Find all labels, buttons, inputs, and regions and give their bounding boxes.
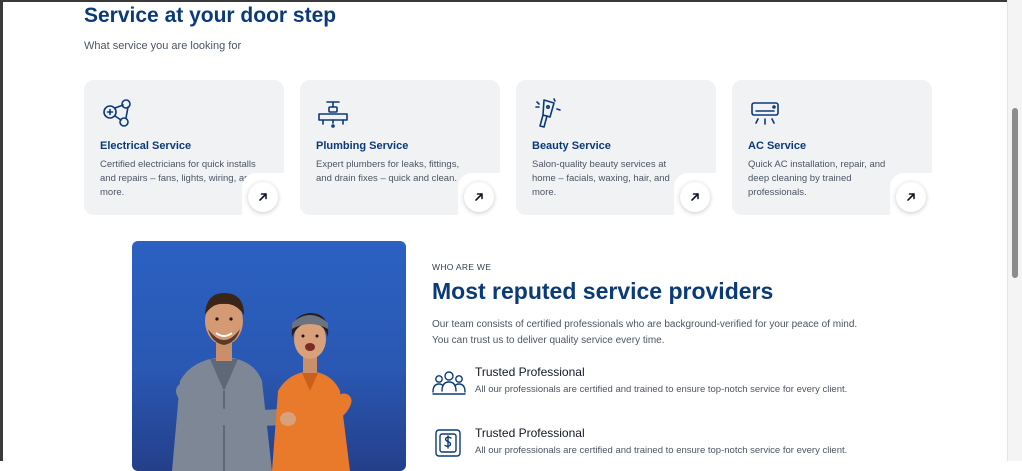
card-title: Plumbing Service xyxy=(316,140,409,152)
feature-title: Trusted Professional xyxy=(475,426,585,440)
card-title: Beauty Service xyxy=(532,140,611,152)
arrow-up-right-icon xyxy=(475,193,483,201)
scrollbar-thumb[interactable] xyxy=(1012,108,1018,278)
man-figure xyxy=(172,293,290,471)
arrow-up-right-icon xyxy=(691,193,699,201)
card-description: Expert plumbers for leaks, fittings, and… xyxy=(316,159,460,184)
beauty-icon xyxy=(535,98,561,128)
ac-icon xyxy=(751,102,779,125)
team-icon xyxy=(432,371,466,395)
service-card-plumbing[interactable]: Plumbing Service Expert plumbers for lea… xyxy=(300,80,500,215)
open-service-button[interactable] xyxy=(680,182,710,212)
about-title: Most reputed service providers xyxy=(432,278,774,304)
service-card-beauty[interactable]: Beauty Service Salon-quality beauty serv… xyxy=(516,80,716,215)
electrical-icon xyxy=(103,99,131,127)
about-description: Our team consists of certified professio… xyxy=(432,319,858,346)
open-service-button[interactable] xyxy=(464,182,494,212)
card-description: Certified electricians for quick install… xyxy=(100,159,256,198)
section-title: Service at your door step xyxy=(84,4,337,27)
window-frame-left xyxy=(0,0,3,461)
section-subtitle: What service you are looking for xyxy=(84,40,242,52)
arrow-up-right-icon xyxy=(907,193,915,201)
feature-title: Trusted Professional xyxy=(475,365,585,379)
eyebrow-label: WHO ARE WE xyxy=(432,262,492,272)
open-service-button[interactable] xyxy=(896,182,926,212)
service-card-ac[interactable]: AC Service Quick AC installation, repair… xyxy=(732,80,932,215)
feature-description: All our professionals are certified and … xyxy=(475,445,848,456)
woman-figure xyxy=(272,313,352,471)
card-title: AC Service xyxy=(748,140,807,152)
plumbing-icon xyxy=(318,101,348,128)
payment-icon xyxy=(435,429,461,457)
technicians-illustration xyxy=(172,293,352,471)
window-frame-top xyxy=(0,0,1022,2)
card-description: Salon-quality beauty services at home – … xyxy=(532,159,670,198)
hero-image xyxy=(132,241,406,471)
feature-description: All our professionals are certified and … xyxy=(475,384,848,395)
card-title: Electrical Service xyxy=(100,140,192,152)
arrow-up-right-icon xyxy=(259,193,267,201)
page-scrollbar[interactable] xyxy=(1007,0,1022,461)
open-service-button[interactable] xyxy=(248,182,278,212)
service-card-electrical[interactable]: Electrical Service Certified electrician… xyxy=(84,80,284,215)
card-description: Quick AC installation, repair, and deep … xyxy=(748,159,886,198)
